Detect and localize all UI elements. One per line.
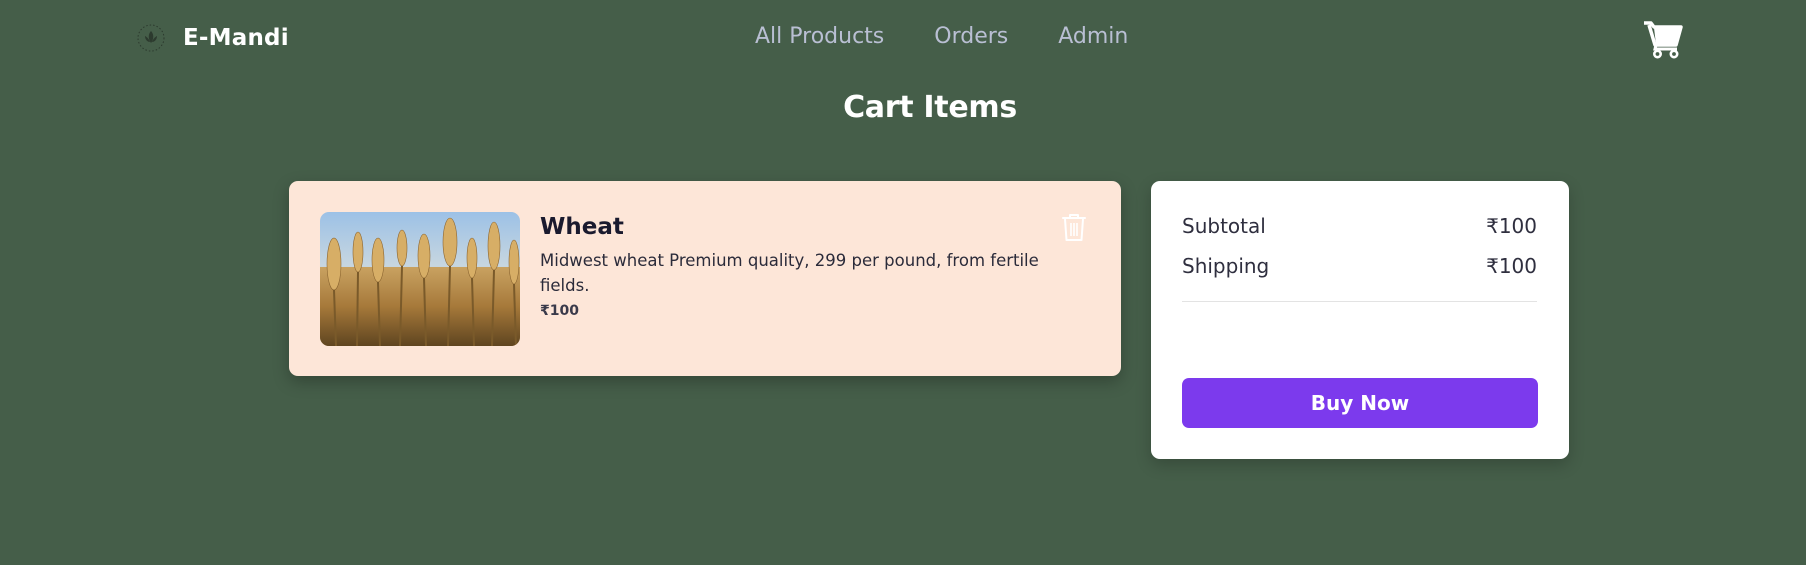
nav-link-orders[interactable]: Orders <box>934 24 1008 49</box>
nav-link-admin[interactable]: Admin <box>1058 24 1128 49</box>
order-summary-card: Subtotal ₹100 Shipping ₹100 Buy Now <box>1151 181 1569 459</box>
shipping-value: ₹100 <box>1486 254 1537 278</box>
shipping-label: Shipping <box>1182 254 1270 278</box>
main-nav: All Products Orders Admin <box>755 24 1128 49</box>
cart-item-card: Wheat Midwest wheat Premium quality, 299… <box>289 181 1121 376</box>
shopping-cart-icon[interactable] <box>1643 19 1683 59</box>
wheat-product-image <box>320 212 520 346</box>
navbar: E-Mandi All Products Orders Admin <box>0 0 1806 76</box>
shipping-row: Shipping ₹100 <box>1182 254 1537 278</box>
summary-divider <box>1182 301 1537 302</box>
product-description: Midwest wheat Premium quality, 299 per p… <box>540 251 1039 295</box>
subtotal-value: ₹100 <box>1486 214 1537 238</box>
buy-now-button[interactable]: Buy Now <box>1182 378 1538 428</box>
product-price: ₹100 <box>540 303 579 319</box>
trash-icon[interactable] <box>1061 212 1087 242</box>
leaf-logo-icon <box>137 24 165 52</box>
brand-name: E-Mandi <box>183 25 289 51</box>
brand[interactable]: E-Mandi <box>133 22 289 54</box>
product-name: Wheat <box>540 214 624 240</box>
subtotal-row: Subtotal ₹100 <box>1182 214 1537 238</box>
subtotal-label: Subtotal <box>1182 214 1266 238</box>
page-title: Cart Items <box>843 90 1017 125</box>
nav-link-all-products[interactable]: All Products <box>755 24 884 49</box>
